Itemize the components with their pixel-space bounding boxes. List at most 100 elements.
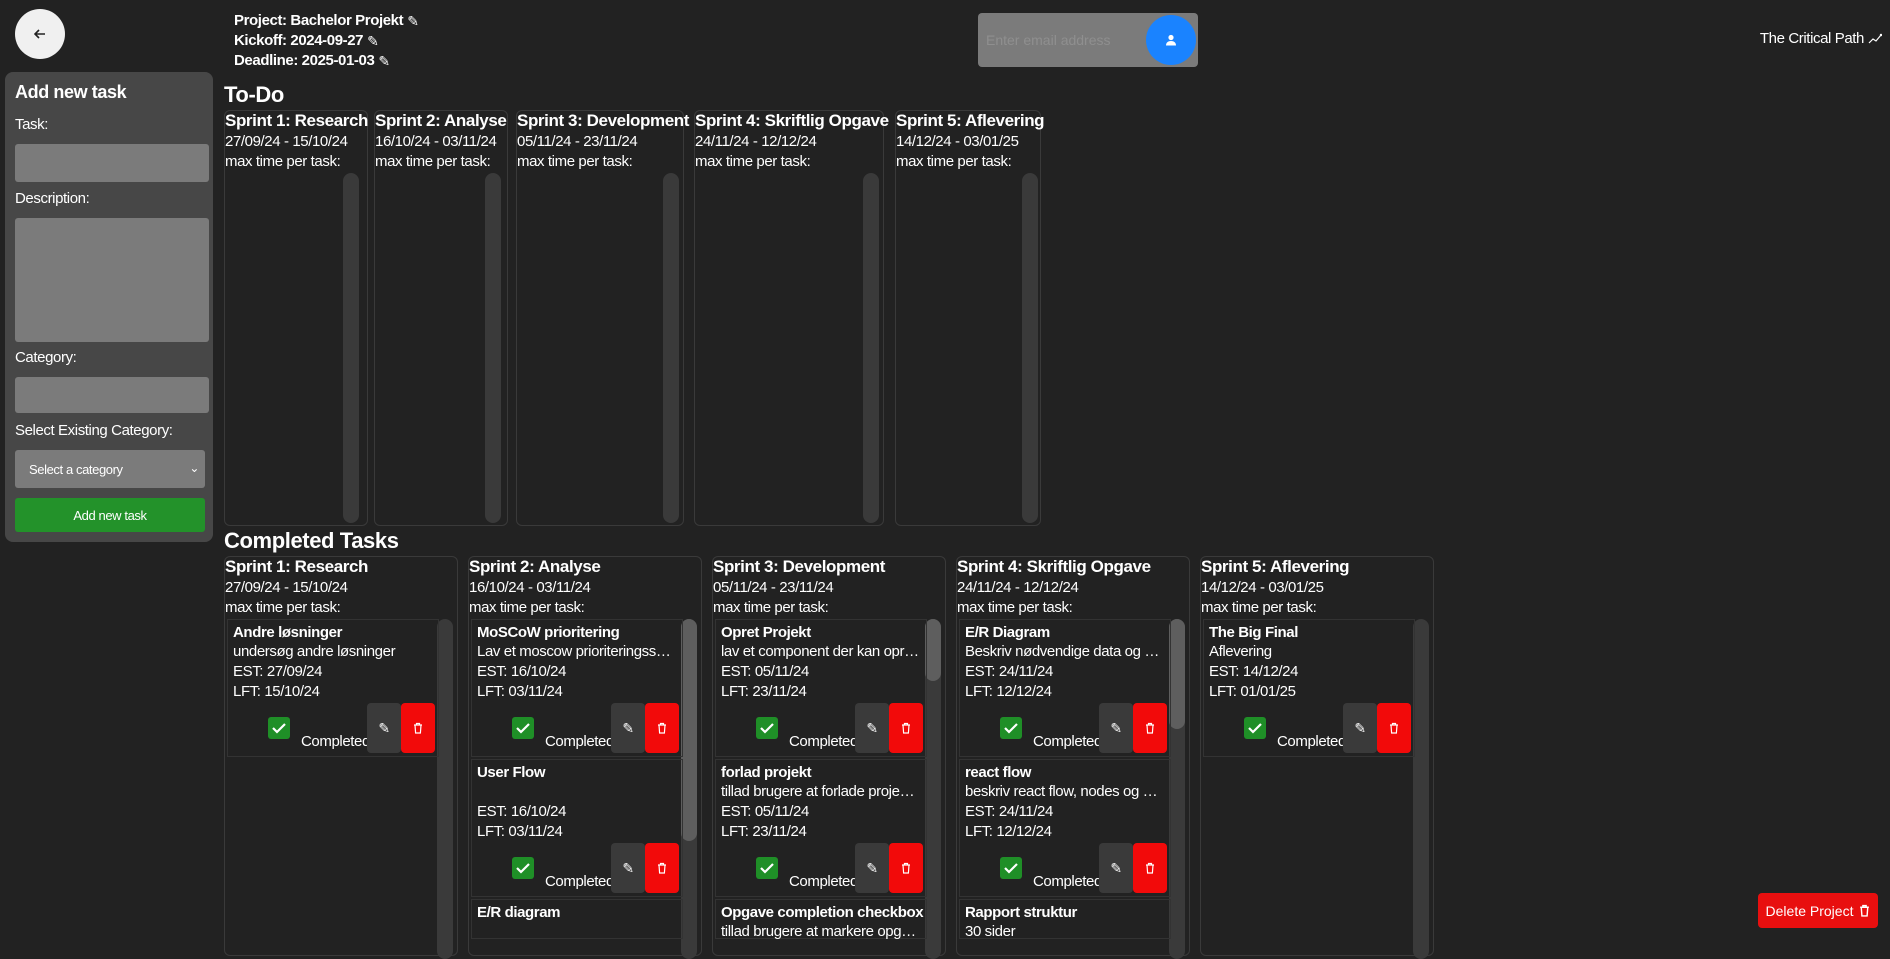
edit-task-button[interactable]: ✎ <box>855 703 889 753</box>
delete-task-button[interactable] <box>1133 703 1167 753</box>
edit-task-button[interactable]: ✎ <box>1099 703 1133 753</box>
delete-task-button[interactable] <box>889 703 923 753</box>
delete-project-button[interactable]: Delete Project <box>1758 893 1878 928</box>
completed-sprint-column: Sprint 3: Development 05/11/24 - 23/11/2… <box>712 556 946 959</box>
sprint-dates: 24/11/24 - 12/12/24 <box>957 579 1079 596</box>
delete-task-button[interactable] <box>645 843 679 893</box>
category-input[interactable] <box>15 377 209 413</box>
checkmark-icon <box>1004 723 1018 734</box>
task-est: EST: 05/11/24 <box>721 663 809 680</box>
scrollbar[interactable] <box>485 173 501 523</box>
task-title: Opret Projekt <box>721 624 811 641</box>
completed-checkbox[interactable] <box>1000 857 1022 879</box>
task-description: Aflevering <box>1209 643 1272 660</box>
edit-project-name-pencil-icon[interactable]: ✎ <box>407 11 419 31</box>
edit-task-button[interactable]: ✎ <box>367 703 401 753</box>
category-label: Category: <box>15 349 77 366</box>
completed-checkbox[interactable] <box>1244 717 1266 739</box>
scrollbar-thumb[interactable] <box>1169 619 1185 729</box>
task-card: forlad projekt tillad brugere at forlade… <box>715 759 927 897</box>
scrollbar[interactable] <box>681 619 697 959</box>
checkmark-icon <box>760 863 774 874</box>
critical-path-label: The Critical Path <box>1759 30 1864 47</box>
edit-task-button[interactable]: ✎ <box>1099 843 1133 893</box>
pencil-icon: ✎ <box>622 719 634 736</box>
completed-checkbox[interactable] <box>1000 717 1022 739</box>
add-task-button[interactable]: Add new task <box>15 498 205 532</box>
sprint-title: Sprint 3: Development <box>517 111 690 130</box>
scrollbar[interactable] <box>1413 619 1429 959</box>
trash-icon <box>1146 722 1154 734</box>
description-label: Description: <box>15 190 90 207</box>
pencil-icon: ✎ <box>866 859 878 876</box>
add-task-title: Add new task <box>15 82 127 102</box>
task-title: E/R Diagram <box>965 624 1050 641</box>
delete-task-button[interactable] <box>401 703 435 753</box>
back-button[interactable] <box>15 9 65 59</box>
delete-task-button[interactable] <box>889 843 923 893</box>
scrollbar[interactable] <box>863 173 879 523</box>
scrollbar-thumb[interactable] <box>681 619 697 841</box>
email-input[interactable] <box>984 25 1128 55</box>
edit-task-button[interactable]: ✎ <box>855 843 889 893</box>
trash-icon <box>902 862 910 874</box>
category-select[interactable]: Select a category ⌄ <box>15 450 205 488</box>
scrollbar-thumb[interactable] <box>925 619 941 681</box>
task-card: Rapport struktur 30 sider <box>959 899 1171 940</box>
scrollbar[interactable] <box>1169 619 1185 959</box>
task-title: react flow <box>965 764 1032 781</box>
scrollbar[interactable] <box>343 173 359 523</box>
task-title: The Big Final <box>1209 624 1298 641</box>
edit-task-button[interactable]: ✎ <box>611 703 645 753</box>
completed-label: Completed <box>789 873 858 890</box>
chevron-down-icon: ⌄ <box>189 461 199 475</box>
task-description: 30 sider <box>965 923 1016 940</box>
task-card: E/R Diagram Beskriv nødvendige data og s… <box>959 619 1171 757</box>
task-card: Opret Projekt lav et component der kan o… <box>715 619 927 757</box>
sprint-max-time: max time per task: <box>957 599 1073 616</box>
completed-sprint-column: Sprint 5: Aflevering 14/12/24 - 03/01/25… <box>1200 556 1434 959</box>
scrollbar[interactable] <box>925 619 941 959</box>
trash-icon <box>1146 862 1154 874</box>
critical-path-link[interactable]: The Critical Path <box>1760 30 1882 47</box>
completed-checkbox[interactable] <box>512 717 534 739</box>
task-lft: LFT: 01/01/25 <box>1209 683 1296 700</box>
completed-sprint-column: Sprint 1: Research 27/09/24 - 15/10/24 m… <box>224 556 458 959</box>
delete-task-button[interactable] <box>1133 843 1167 893</box>
delete-project-label: Delete Project <box>1765 902 1854 919</box>
completed-label: Completed <box>545 873 614 890</box>
task-lft: LFT: 15/10/24 <box>233 683 320 700</box>
edit-task-button[interactable]: ✎ <box>1343 703 1377 753</box>
trend-line-icon <box>1868 33 1882 43</box>
existing-category-label: Select Existing Category: <box>15 422 173 439</box>
completed-checkbox[interactable] <box>268 717 290 739</box>
checkmark-icon <box>272 723 286 734</box>
task-lft: LFT: 12/12/24 <box>965 823 1052 840</box>
pencil-icon: ✎ <box>378 719 390 736</box>
task-est: EST: 14/12/24 <box>1209 663 1299 680</box>
sprint-max-time: max time per task: <box>695 153 811 170</box>
task-est: EST: 24/11/24 <box>965 663 1053 680</box>
trash-icon <box>658 862 666 874</box>
invite-button[interactable] <box>1146 15 1196 65</box>
scrollbar[interactable] <box>1022 173 1038 523</box>
completed-label: Completed <box>301 733 370 750</box>
task-input[interactable] <box>15 144 209 182</box>
arrow-left-icon <box>34 29 45 39</box>
completed-checkbox[interactable] <box>756 717 778 739</box>
task-description: Beskriv nødvendige data og strukturer <box>965 643 1165 660</box>
scrollbar[interactable] <box>437 619 453 959</box>
edit-kickoff-pencil-icon[interactable]: ✎ <box>367 31 379 51</box>
edit-task-button[interactable]: ✎ <box>611 843 645 893</box>
edit-deadline-pencil-icon[interactable]: ✎ <box>378 51 390 71</box>
completed-checkbox[interactable] <box>756 857 778 879</box>
task-card: E/R diagram <box>471 899 683 939</box>
scrollbar[interactable] <box>663 173 679 523</box>
delete-task-button[interactable] <box>645 703 679 753</box>
category-select-value: Select a category <box>29 461 123 477</box>
task-est: EST: 05/11/24 <box>721 803 809 820</box>
completed-checkbox[interactable] <box>512 857 534 879</box>
delete-task-button[interactable] <box>1377 703 1411 753</box>
description-input[interactable] <box>15 218 209 342</box>
task-description: undersøg andre løsninger <box>233 643 396 660</box>
